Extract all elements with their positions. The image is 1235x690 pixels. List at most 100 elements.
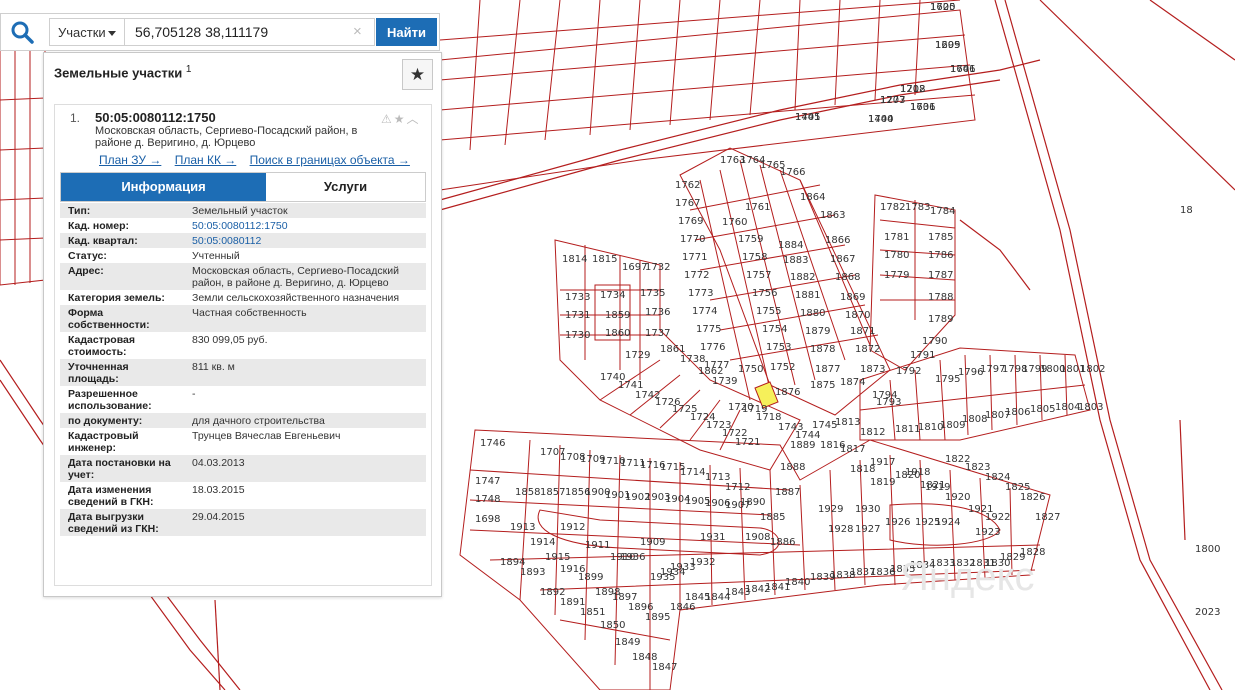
favorites-button[interactable]: ★ (402, 59, 433, 90)
parcel-label: 1701 (910, 102, 935, 113)
attribute-row: Статус: Учтенный (60, 248, 426, 263)
parcel-label: 1750 (738, 364, 763, 375)
parcel-label: 1788 (928, 292, 953, 303)
parcel-label: 1931 (700, 532, 725, 543)
panel-title-count: 1 (185, 64, 192, 75)
tab-services[interactable]: Услуги (266, 173, 425, 201)
parcel-label: 1827 (1035, 512, 1060, 523)
parcel-label: 1758 (742, 252, 767, 263)
attribute-value[interactable]: 50:05:0080112:1750 (184, 218, 426, 233)
find-button[interactable]: Найти (376, 18, 437, 46)
attribute-key: Разрешенное использование: (68, 388, 152, 412)
parcel-label: 1803 (1078, 402, 1103, 413)
parcel-label: 1849 (615, 637, 640, 648)
parcel-label: 1915 (545, 552, 570, 563)
parcel-label: 1815 (592, 254, 617, 265)
attribute-key: по документу: (60, 413, 184, 428)
parcel-label: 1804 (1055, 402, 1080, 413)
parcel-label: 1866 (825, 235, 850, 246)
parcel-label: 1752 (770, 362, 795, 373)
attribute-row: Дата выгрузки сведений из ГКН: 29.04.2015 (60, 509, 426, 536)
tab-information[interactable]: Информация (61, 173, 266, 201)
parcel-label: 1770 (680, 234, 705, 245)
parcel-label: 1822 (945, 454, 970, 465)
parcel-label: 1846 (670, 602, 695, 613)
parcel-label: 1759 (738, 234, 763, 245)
plan-zu-link[interactable]: План ЗУ → (99, 153, 161, 167)
search-input[interactable] (125, 18, 375, 46)
attribute-row: Категория земель: Земли сельскохозяйствен… (60, 290, 426, 305)
parcel-label: 1789 (928, 314, 953, 325)
attribute-row: Кадастровый инженер: Трунцев Вячеслав Евг… (60, 428, 426, 455)
parcel-label: 1863 (820, 210, 845, 221)
parcel-label: 1783 (905, 202, 930, 213)
parcel-label: 1706 (950, 64, 975, 75)
attribute-value: Учтенный (192, 250, 240, 262)
attribute-key: Статус: (68, 250, 107, 262)
parcel-label: 1870 (845, 310, 870, 321)
attribute-value: 04.03.2013 (184, 455, 426, 482)
parcel-label: 1872 (855, 344, 880, 355)
parcel-label: 1738 (680, 354, 705, 365)
parcel-label: 1936 (620, 552, 645, 563)
parcel-label: 1809 (940, 420, 965, 431)
object-type-select[interactable]: Участки (49, 18, 125, 46)
search-icon[interactable] (9, 19, 35, 45)
attributes-table: Тип: Земельный участок Кад. номер: 50:05:00… (60, 203, 426, 536)
parcel-label: 1881 (795, 290, 820, 301)
attribute-key: Кад. квартал: (60, 233, 184, 248)
parcel-label: 1773 (688, 288, 713, 299)
parcel-label: 1802 (1080, 364, 1105, 375)
attribute-key: Дата постановки на учет: (60, 455, 184, 482)
parcel-label: 1762 (675, 180, 700, 191)
attribute-value: 18.03.2015 (192, 484, 245, 496)
parcel-label: 1712 (725, 482, 750, 493)
attribute-value: 830 099,05 руб. (192, 334, 268, 346)
star-icon: ★ (409, 65, 426, 84)
parcel-label: 1851 (580, 607, 605, 618)
attribute-row: Дата постановки на учет: 04.03.2013 (60, 455, 426, 482)
parcel-label: 1850 (600, 620, 625, 631)
parcel-label: 1814 (562, 254, 587, 265)
parcel-label: 1869 (840, 292, 865, 303)
attribute-value: Трунцев Вячеслав Евгеньевич (192, 430, 341, 442)
parcel-label: 1913 (510, 522, 535, 533)
parcel-label: 1769 (678, 216, 703, 227)
parcel-label: 1756 (752, 288, 777, 299)
parcel-label: 1785 (928, 232, 953, 243)
parcel-label: 1780 (884, 250, 909, 261)
attribute-row: Форма собственности: Частная собственност… (60, 305, 426, 332)
parcel-label: 1810 (918, 422, 943, 433)
parcel-label: 1732 (645, 262, 670, 273)
parcel-label: 1889 (790, 440, 815, 451)
attribute-value: Московская область, Сергиево-Посадский р… (184, 263, 426, 290)
result-index: 1. (70, 111, 81, 125)
parcel-label: 1909 (640, 537, 665, 548)
parcel-label: 1920 (945, 492, 970, 503)
parcel-label: 1857 (540, 487, 565, 498)
parcel-label: 1800 (1195, 544, 1220, 555)
parcel-label: 1879 (805, 326, 830, 337)
parcel-label: 2023 (1195, 607, 1220, 618)
parcel-label: 1918 (905, 467, 930, 478)
attribute-row: Адрес: Московская область, Сергиево-Посад… (60, 263, 426, 290)
map-watermark: Яндекс (900, 555, 1035, 599)
close-icon[interactable]: × (353, 23, 362, 40)
plan-kk-link[interactable]: План КК → (175, 153, 237, 167)
result-cad-number[interactable]: 50:05:0080112:1750 (95, 110, 216, 125)
parcel-label: 1733 (565, 292, 590, 303)
parcel-label: 1703 (880, 95, 905, 106)
attribute-value[interactable]: 50:05:0080112 (184, 233, 426, 248)
attribute-row: Разрешенное использование: - (60, 386, 426, 413)
attribute-value: 811 кв. м (184, 359, 426, 386)
attribute-row: Кадастровая стоимость: 830 099,05 руб. (60, 332, 426, 359)
parcel-label: 1729 (625, 350, 650, 361)
parcel-label: 1745 (812, 420, 837, 431)
parcel-label: 1826 (1020, 492, 1045, 503)
attribute-row: Тип: Земельный участок (60, 203, 426, 218)
attribute-key: Кад. номер: (68, 220, 130, 232)
search-in-bounds-link[interactable]: Поиск в границах объекта → (250, 153, 410, 167)
parcel-label: 1911 (585, 540, 610, 551)
parcel-label: 1880 (800, 308, 825, 319)
parcel-label: 1923 (975, 527, 1000, 538)
